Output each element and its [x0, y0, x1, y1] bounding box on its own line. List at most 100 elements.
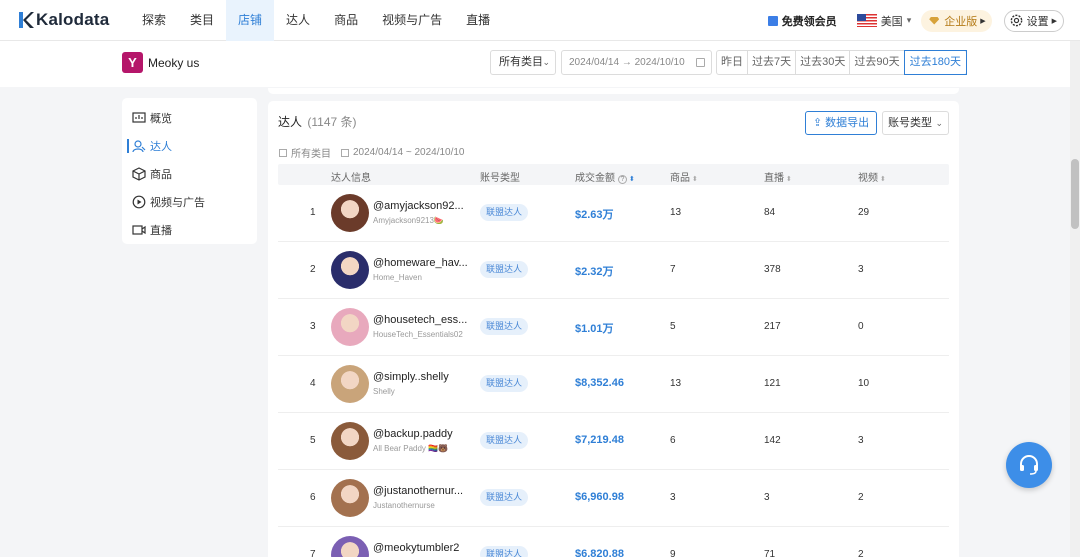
export-button[interactable]: ⇪ 数据导出 — [805, 111, 877, 135]
influencer-handle[interactable]: @homeware_hav... — [373, 257, 468, 269]
table-row[interactable]: 7 @meokytumbler2 联盟达人 $6,820.88 9 71 2 — [278, 527, 949, 557]
export-label: 数据导出 — [825, 117, 870, 129]
gmv-value: $6,960.98 — [575, 491, 624, 503]
video-count: 29 — [858, 207, 870, 218]
nav-category[interactable]: 类目 — [178, 0, 226, 41]
goods-count: 3 — [670, 492, 676, 503]
sidebar-item-label: 视频与广告 — [150, 197, 205, 209]
col-goods[interactable]: 商品 ⬍ — [670, 169, 698, 184]
avatar[interactable] — [331, 308, 369, 346]
col-goods-label: 商品 — [670, 173, 690, 184]
free-vip-button[interactable]: 免费领会员 — [767, 13, 837, 29]
goods-count: 7 — [670, 264, 676, 275]
brand-name: Kalodata — [36, 10, 110, 29]
filter-category: 所有类目 — [291, 149, 331, 160]
avatar[interactable] — [331, 365, 369, 403]
account-type-select[interactable]: 账号类型 ⌄ — [882, 111, 949, 135]
sort-icon[interactable]: ⬍ — [880, 176, 886, 183]
range-180d[interactable]: 过去180天 — [903, 50, 967, 75]
nav-shop[interactable]: 店铺 — [226, 0, 275, 41]
goods-count: 6 — [670, 435, 676, 446]
previous-section-edge — [268, 88, 959, 94]
sidebar-item-video-ads[interactable]: 视频与广告 — [122, 188, 257, 216]
avatar[interactable] — [331, 251, 369, 289]
nav-explore[interactable]: 探索 — [130, 0, 178, 41]
nav-influencer[interactable]: 达人 — [274, 0, 322, 41]
upload-icon: ⇪ — [812, 117, 826, 129]
table-row[interactable]: 5 @backup.paddy All Bear Paddy 🏳️‍🌈🐻 联盟达人 $7… — [278, 413, 949, 470]
enterprise-button[interactable]: 企业版 ▶ — [921, 9, 992, 32]
sidebar-item-product[interactable]: 商品 — [122, 160, 257, 188]
scrollbar-thumb[interactable] — [1071, 159, 1079, 229]
avatar[interactable] — [331, 536, 369, 557]
col-video[interactable]: 视频 ⬍ — [858, 169, 886, 184]
chevron-down-icon: ▾ — [906, 15, 912, 25]
help-icon[interactable]: ? — [618, 175, 627, 184]
avatar[interactable] — [331, 422, 369, 460]
shop-sidebar: 概览 达人 商品 视频与广告 直播 — [122, 98, 257, 244]
table-row[interactable]: 2 @homeware_hav... Home_Haven 联盟达人 $2.32万 7 37… — [278, 242, 949, 299]
range-yesterday[interactable]: 昨日 — [717, 51, 748, 74]
date-range-picker[interactable]: 2024/04/14 → 2024/10/10 — [561, 50, 712, 75]
brand-logo[interactable]: Kalodata — [18, 10, 109, 30]
sort-icon[interactable]: ⬍ — [786, 176, 792, 183]
nav-product[interactable]: 商品 — [322, 0, 370, 41]
customer-support-button[interactable] — [1006, 442, 1052, 488]
sidebar-item-live[interactable]: 直播 — [122, 216, 257, 244]
influencer-panel: 达人 (1147 条) ⇪ 数据导出 账号类型 ⌄ 所有类目 2024/04/1… — [268, 101, 959, 557]
table-row[interactable]: 1 @amyjackson92... Amyjackson9213🍉 联盟达人 $2.6… — [278, 185, 949, 242]
range-30d[interactable]: 过去30天 — [796, 51, 851, 74]
calendar-icon — [341, 148, 349, 157]
influencer-handle[interactable]: @justanothernur... — [373, 485, 463, 497]
video-count: 2 — [858, 492, 864, 503]
caret-right-icon: ▶ — [1051, 17, 1057, 25]
sidebar-item-label: 概览 — [150, 113, 172, 125]
influencer-handle[interactable]: @backup.paddy — [373, 428, 453, 440]
col-live[interactable]: 直播 ⬍ — [764, 169, 792, 184]
sort-desc-icon[interactable]: ⬍ — [629, 176, 635, 183]
calendar-icon — [696, 58, 705, 67]
nav-live[interactable]: 直播 — [454, 0, 502, 41]
nav-right: 免费领会员 美国 ▾ 企业版 ▶ 设置 ▶ — [767, 0, 1064, 41]
main-nav: 探索 类目 店铺 达人 商品 视频与广告 直播 — [130, 0, 502, 41]
page-scrollbar[interactable] — [1070, 41, 1080, 557]
video-count: 10 — [858, 378, 870, 389]
account-type-badge: 联盟达人 — [480, 375, 529, 392]
table-row[interactable]: 4 @simply..shelly Shelly 联盟达人 $8,352.46 13 121… — [278, 356, 949, 413]
filter-dates: 2024/04/14 ~ 2024/10/10 — [353, 147, 465, 158]
influencer-handle[interactable]: @meokytumbler2 — [373, 542, 459, 554]
sidebar-item-label: 达人 — [150, 141, 172, 153]
box-icon — [132, 167, 146, 181]
sidebar-item-overview[interactable]: 概览 — [122, 104, 257, 132]
avatar[interactable] — [331, 194, 369, 232]
panel-title: 达人 (1147 条) — [278, 113, 357, 130]
region-select[interactable]: 美国 ▾ — [856, 13, 912, 29]
col-influencer-info: 达人信息 — [331, 173, 371, 184]
nav-video-ads[interactable]: 视频与广告 — [370, 0, 454, 41]
shop-header: Y Meoky us 所有类目 ⌄ 2024/04/14 → 2024/10/1… — [0, 41, 1070, 87]
table-row[interactable]: 3 @housetech_ess... HouseTech_Essentials02… — [278, 299, 949, 356]
account-type-badge: 联盟达人 — [480, 261, 529, 278]
goods-count: 13 — [670, 207, 682, 218]
influencer-handle[interactable]: @housetech_ess... — [373, 314, 467, 326]
gear-icon — [1010, 14, 1022, 27]
headset-icon — [1020, 455, 1038, 475]
panel-count: (1147 条) — [307, 115, 357, 129]
chevron-down-icon: ⌄ — [935, 118, 943, 128]
range-7d[interactable]: 过去7天 — [748, 51, 797, 74]
sidebar-item-label: 直播 — [150, 225, 172, 237]
live-count: 84 — [764, 207, 776, 218]
sidebar-item-influencer[interactable]: 达人 — [122, 132, 257, 160]
influencer-handle[interactable]: @amyjackson92... — [373, 200, 464, 212]
influencer-handle[interactable]: @simply..shelly — [373, 371, 449, 383]
video-count: 2 — [858, 549, 864, 557]
avatar[interactable] — [331, 479, 369, 517]
col-gmv[interactable]: 成交金额? ⬍ — [575, 169, 635, 184]
sort-icon[interactable]: ⬍ — [692, 176, 698, 183]
settings-button[interactable]: 设置 ▶ — [1003, 9, 1064, 32]
category-select[interactable]: 所有类目 ⌄ — [490, 50, 556, 75]
table-row[interactable]: 6 @justanothernur... Justanothernurse 联盟达人 $… — [278, 470, 949, 527]
video-count: 3 — [858, 264, 864, 275]
overview-icon — [132, 112, 146, 123]
range-90d[interactable]: 过去90天 — [850, 51, 905, 74]
